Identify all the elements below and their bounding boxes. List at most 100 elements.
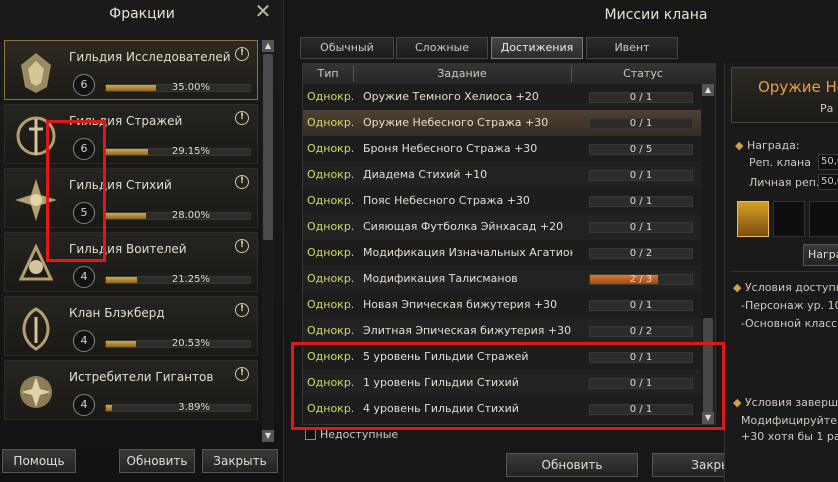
table-row[interactable]: Однокр. Оружие Небесного Стража +30 0 / 1 <box>303 110 701 136</box>
checkbox[interactable] <box>305 429 316 440</box>
close-factions-button[interactable]: Закрыть <box>202 449 278 473</box>
table-row[interactable]: Однокр. Броня Небесного Стража +30 0 / 5 <box>303 136 701 162</box>
alert-icon[interactable]: ! <box>235 175 249 189</box>
condition-level: -Персонаж ур. 105 <box>741 299 838 312</box>
claim-reward-button[interactable]: Награ <box>803 244 838 266</box>
tab-event[interactable]: Ивент <box>586 37 678 59</box>
table-header: Тип Задание Статус <box>303 64 715 84</box>
table-row[interactable]: Однокр. Новая Эпическая бижутерия +30 0 / … <box>303 292 701 318</box>
detail-title: Оружие Небес <box>758 78 838 96</box>
completion-line-2: +30 хотя бы 1 раз. <box>741 430 838 443</box>
mission-status: 0 / 1 <box>629 118 653 129</box>
mission-progress-bar: 0 / 1 <box>589 222 693 233</box>
mission-status: 0 / 1 <box>629 196 653 207</box>
alert-icon[interactable]: ! <box>235 303 249 317</box>
close-icon[interactable]: ✕ <box>254 1 272 21</box>
faction-item[interactable]: Гильдия Стихий! 5 28.00% <box>4 168 258 228</box>
faction-name: Клан Блэкберд <box>69 306 165 320</box>
faction-progress-bar: 3.89% <box>105 402 251 413</box>
faction-progress-text: 3.89% <box>178 402 210 413</box>
mission-task: Оружие Темного Хелиоса +20 <box>363 90 539 103</box>
mission-type: Однокр. <box>307 272 355 285</box>
missions-title: Миссии клана <box>604 7 708 23</box>
faction-progress-bar: 20.53% <box>105 338 251 349</box>
alert-icon[interactable]: ! <box>235 47 249 61</box>
faction-name: Истребители Гигантов <box>69 370 214 384</box>
mission-task: Оружие Небесного Стража +30 <box>363 116 549 129</box>
table-row[interactable]: Однокр. Диадема Стихий +10 0 / 1 <box>303 162 701 188</box>
col-status: Статус <box>623 67 663 80</box>
table-row[interactable]: Однокр. Пояс Небесного Стража +30 0 / 1 <box>303 188 701 214</box>
refresh-missions-button[interactable]: Обновить <box>506 453 638 477</box>
faction-item[interactable]: Истребители Гигантов! 4 3.89% <box>4 360 258 420</box>
faction-emblem-icon <box>20 376 52 408</box>
mission-task: Новая Эпическая бижутерия +30 <box>363 298 558 311</box>
faction-progress-bar: 35.00% <box>105 82 251 93</box>
tab-achievements[interactable]: Достижения <box>491 37 583 59</box>
diamond-icon: ◆ <box>733 281 742 294</box>
mission-type: Однокр. <box>307 298 355 311</box>
scroll-down-icon[interactable]: ▼ <box>262 430 274 442</box>
mission-type: Однокр. <box>307 194 355 207</box>
clan-rep-value: 50,0 <box>818 154 838 170</box>
faction-name: Гильдия Исследователей <box>69 50 231 64</box>
scroll-thumb[interactable] <box>263 54 273 240</box>
scroll-up-icon[interactable]: ▲ <box>702 84 714 96</box>
reward-label: ◆ Награда: <box>735 139 800 152</box>
mission-status: 0 / 1 <box>629 300 653 311</box>
reward-slot[interactable] <box>809 201 838 237</box>
completion-label: ◆ Условия заверше <box>733 396 838 409</box>
faction-progress-text: 35.00% <box>171 82 210 93</box>
faction-level: 4 <box>73 266 95 288</box>
table-row[interactable]: Однокр. Сияющая Футболка Эйнхасад +20 0 / … <box>303 214 701 240</box>
mission-progress-bar: 0 / 1 <box>589 92 693 103</box>
faction-item[interactable]: Клан Блэкберд! 4 20.53% <box>4 296 258 356</box>
progress-fill <box>106 213 147 219</box>
alert-icon[interactable]: ! <box>235 367 249 381</box>
tab-regular[interactable]: Обычный <box>300 37 394 59</box>
clan-rep-label: Реп. клана <box>749 156 811 169</box>
detail-subtitle: Ра <box>820 102 834 115</box>
table-row[interactable]: Однокр. Модификация Талисманов 2 / 3 <box>303 266 701 292</box>
faction-progress-bar: 28.00% <box>105 210 251 221</box>
mission-type: Однокр. <box>307 246 355 259</box>
mission-detail: Оружие Небес Ра ◆ Награда: Реп. клана 50… <box>724 63 838 482</box>
progress-fill <box>106 85 157 91</box>
highlight-box <box>46 120 106 262</box>
faction-level: 4 <box>73 394 95 416</box>
reward-slot[interactable] <box>773 201 805 237</box>
chest-icon[interactable] <box>737 201 769 237</box>
faction-item[interactable]: Гильдия Воителей! 4 21.25% <box>4 232 258 292</box>
table-row[interactable]: Однокр. Элитная Эпическая бижутерия +30 0 … <box>303 318 701 344</box>
mission-task: Броня Небесного Стража +30 <box>363 142 538 155</box>
mission-status: 2 / 3 <box>629 274 653 285</box>
mission-type: Однокр. <box>307 324 355 337</box>
personal-rep-value: 50,0 <box>818 174 838 190</box>
mission-progress-bar: 2 / 3 <box>589 274 693 285</box>
factions-title: Фракции <box>109 6 175 22</box>
progress-fill <box>106 149 148 155</box>
help-button[interactable]: Помощь <box>2 449 76 473</box>
mission-progress-bar: 0 / 1 <box>589 300 693 311</box>
faction-level: 6 <box>73 74 95 96</box>
tab-hard[interactable]: Сложные <box>396 37 488 59</box>
progress-fill <box>106 277 137 283</box>
faction-scrollbar[interactable]: ▲ ▼ <box>262 40 274 442</box>
scroll-up-icon[interactable]: ▲ <box>262 40 274 52</box>
refresh-factions-button[interactable]: Обновить <box>119 449 195 473</box>
col-type: Тип <box>317 67 339 80</box>
mission-task: Модификация Талисманов <box>363 272 518 285</box>
table-row[interactable]: Однокр. Оружие Темного Хелиоса +20 0 / 1 <box>303 84 701 110</box>
faction-item[interactable]: Гильдия Стражей! 6 29.15% <box>4 104 258 164</box>
mission-status: 0 / 1 <box>629 222 653 233</box>
highlight-box <box>291 342 725 430</box>
alert-icon[interactable]: ! <box>235 239 249 253</box>
diamond-icon: ◆ <box>733 396 742 409</box>
faction-item[interactable]: Гильдия Исследователей! 6 35.00% <box>4 40 258 100</box>
diamond-icon: ◆ <box>735 139 744 152</box>
alert-icon[interactable]: ! <box>235 111 249 125</box>
completion-line-1: Модифицируйте О <box>741 414 838 427</box>
table-row[interactable]: Однокр. Модификация Изначальных Агатионов… <box>303 240 701 266</box>
personal-rep-label: Личная реп. <box>749 176 820 189</box>
conditions-label: ◆ Условия доступн <box>733 281 838 294</box>
